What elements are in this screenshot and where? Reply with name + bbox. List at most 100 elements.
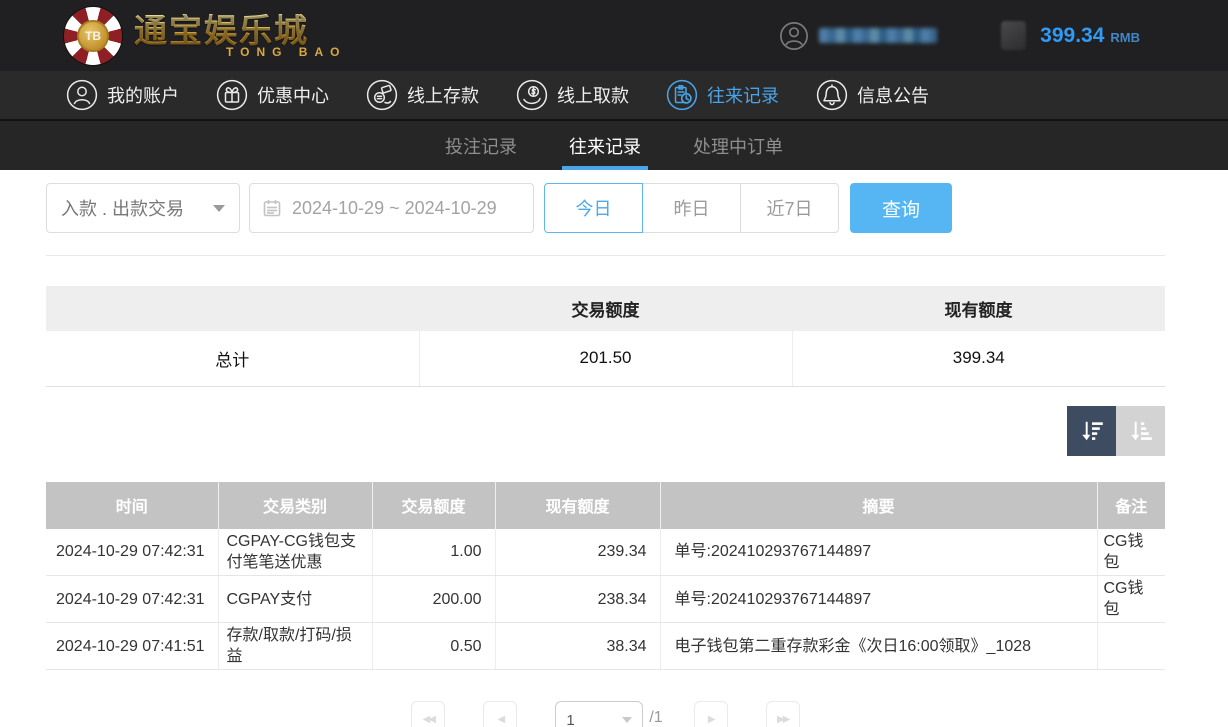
main-nav: 我的账户 优惠中心 线上存款 线上取款 往来记录 信息公告 xyxy=(0,71,1228,121)
quick-date-button-1[interactable]: 昨日 xyxy=(642,183,741,233)
table-row: 2024-10-29 07:42:31CGPAY-CG钱包支付笔笔送优惠1.00… xyxy=(46,529,1165,576)
nav-item-withdraw[interactable]: 线上取款 xyxy=(516,79,629,111)
gift-icon xyxy=(216,79,248,111)
balance-currency: RMB xyxy=(1110,30,1140,45)
summary-header-row: 交易额度 现有额度 xyxy=(46,286,1165,331)
table-cell: 2024-10-29 07:42:31 xyxy=(46,529,218,576)
chevron-down-icon xyxy=(622,717,632,723)
table-cell: 存款/取款/打码/损益 xyxy=(218,623,372,670)
table-cell: 2024-10-29 07:41:51 xyxy=(46,623,218,670)
column-header: 交易额度 xyxy=(372,482,495,529)
next-page-button[interactable]: ▶ xyxy=(694,701,728,727)
transaction-type-value: 入款 . 出款交易 xyxy=(61,195,213,221)
table-cell: 电子钱包第二重存款彩金《次日16:00领取》_1028 xyxy=(660,623,1097,670)
sort-ascending-button[interactable] xyxy=(1116,406,1165,456)
calendar-icon xyxy=(262,198,282,218)
poker-chip-icon: TB xyxy=(64,7,122,65)
top-header: TB 通宝娱乐城 TONG BAO 399.34 RMB xyxy=(0,0,1228,71)
nav-item-promotions[interactable]: 优惠中心 xyxy=(216,79,329,111)
date-range-input[interactable]: 2024-10-29 ~ 2024-10-29 xyxy=(249,183,534,233)
table-cell: 239.34 xyxy=(495,529,660,576)
table-cell: CG钱包 xyxy=(1097,576,1165,623)
table-row: 2024-10-29 07:42:31CGPAY支付200.00238.34单号… xyxy=(46,576,1165,623)
username-redacted xyxy=(819,28,937,43)
nav-item-records[interactable]: 往来记录 xyxy=(666,79,779,111)
withdraw-icon xyxy=(516,79,548,111)
wallet-icon xyxy=(1001,21,1026,50)
page-total-label: /1 xyxy=(649,709,662,727)
summary-total-row: 总计 201.50 399.34 xyxy=(46,331,1165,386)
column-header: 交易类别 xyxy=(218,482,372,529)
brand-name-cn: 通宝娱乐城 xyxy=(134,14,346,47)
summary-header-empty xyxy=(46,286,419,331)
transactions-body: 2024-10-29 07:42:31CGPAY-CG钱包支付笔笔送优惠1.00… xyxy=(46,529,1165,670)
table-cell: 38.34 xyxy=(495,623,660,670)
nav-item-my-account[interactable]: 我的账户 xyxy=(66,79,179,111)
section-divider xyxy=(46,255,1165,256)
nav-item-deposit[interactable]: 线上存款 xyxy=(366,79,479,111)
brand-logo[interactable]: TB 通宝娱乐城 TONG BAO xyxy=(64,7,346,65)
table-cell: 200.00 xyxy=(372,576,495,623)
pagination: ◀◀ ◀ 1 /1 ▶ ▶▶ xyxy=(46,701,1165,727)
column-header: 时间 xyxy=(46,482,218,529)
table-cell: 单号:202410293767144897 xyxy=(660,529,1097,576)
summary-header-transaction: 交易额度 xyxy=(419,286,792,331)
nav-item-label: 往来记录 xyxy=(707,82,779,108)
quick-date-button-2[interactable]: 近7日 xyxy=(740,183,839,233)
summary-total-label: 总计 xyxy=(46,331,419,386)
content-area: 入款 . 出款交易 2024-10-29 ~ 2024-10-29 今日昨日近7… xyxy=(0,170,1228,727)
nav-item-label: 线上取款 xyxy=(557,82,629,108)
table-cell xyxy=(1097,623,1165,670)
table-cell: 单号:202410293767144897 xyxy=(660,576,1097,623)
page-select[interactable]: 1 xyxy=(555,701,643,727)
transactions-table: 时间交易类别交易额度现有额度摘要备注 2024-10-29 07:42:31CG… xyxy=(46,482,1165,671)
balance-amount: 399.34 xyxy=(1040,24,1104,48)
nav-item-label: 线上存款 xyxy=(407,82,479,108)
date-range-value: 2024-10-29 ~ 2024-10-29 xyxy=(292,198,497,219)
prev-page-button[interactable]: ◀ xyxy=(483,701,517,727)
tab-processing-orders[interactable]: 处理中订单 xyxy=(689,121,787,170)
chevron-down-icon xyxy=(213,205,225,212)
nav-item-label: 我的账户 xyxy=(107,82,179,108)
account-balance: 399.34 RMB xyxy=(1040,24,1140,48)
first-page-button[interactable]: ◀◀ xyxy=(411,701,445,727)
nav-item-announcements[interactable]: 信息公告 xyxy=(816,79,929,111)
table-cell: CGPAY-CG钱包支付笔笔送优惠 xyxy=(218,529,372,576)
column-header: 摘要 xyxy=(660,482,1097,529)
transactions-header-row: 时间交易类别交易额度现有额度摘要备注 xyxy=(46,482,1165,529)
sub-tabstrip: 投注记录往来记录处理中订单 xyxy=(0,121,1228,170)
last-page-button[interactable]: ▶▶ xyxy=(766,701,800,727)
tab-bet-records[interactable]: 投注记录 xyxy=(441,121,521,170)
search-button[interactable]: 查询 xyxy=(850,183,952,233)
table-row: 2024-10-29 07:41:51存款/取款/打码/损益0.5038.34电… xyxy=(46,623,1165,670)
page-select-value: 1 xyxy=(566,712,622,727)
column-header: 现有额度 xyxy=(495,482,660,529)
quick-date-group: 今日昨日近7日 xyxy=(544,183,839,233)
deposit-icon xyxy=(366,79,398,111)
person-icon xyxy=(66,79,98,111)
summary-current-total: 399.34 xyxy=(792,331,1165,386)
sort-controls xyxy=(46,406,1165,456)
quick-date-button-0[interactable]: 今日 xyxy=(544,183,643,233)
sort-descending-button[interactable] xyxy=(1067,406,1116,456)
table-cell: 1.00 xyxy=(372,529,495,576)
nav-item-label: 信息公告 xyxy=(857,82,929,108)
column-header: 备注 xyxy=(1097,482,1165,529)
table-cell: CGPAY支付 xyxy=(218,576,372,623)
transaction-type-select[interactable]: 入款 . 出款交易 xyxy=(46,183,240,233)
logo-monogram: TB xyxy=(85,29,101,43)
clipboard-clock-icon xyxy=(666,79,698,111)
filter-row: 入款 . 出款交易 2024-10-29 ~ 2024-10-29 今日昨日近7… xyxy=(46,183,1165,233)
user-avatar-icon xyxy=(779,21,809,51)
table-cell: 0.50 xyxy=(372,623,495,670)
table-cell: 238.34 xyxy=(495,576,660,623)
summary-header-current: 现有额度 xyxy=(792,286,1165,331)
bell-icon xyxy=(816,79,848,111)
summary-transaction-total: 201.50 xyxy=(419,331,792,386)
brand-name-en: TONG BAO xyxy=(226,46,346,58)
table-cell: CG钱包 xyxy=(1097,529,1165,576)
nav-item-label: 优惠中心 xyxy=(257,82,329,108)
summary-table: 交易额度 现有额度 总计 201.50 399.34 xyxy=(46,286,1165,387)
tab-transaction-records[interactable]: 往来记录 xyxy=(565,121,645,170)
table-cell: 2024-10-29 07:42:31 xyxy=(46,576,218,623)
